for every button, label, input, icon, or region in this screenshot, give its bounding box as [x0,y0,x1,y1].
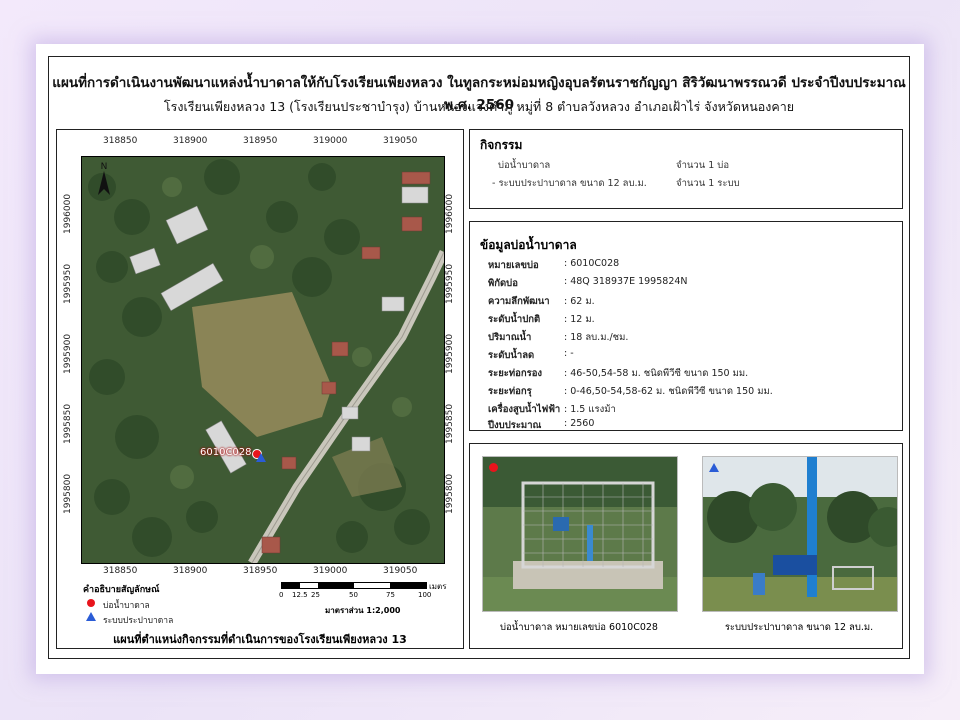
x-tick-top: 318950 [243,136,278,146]
legend-circle-icon [87,599,95,607]
y-tick-left: 1995950 [63,263,73,304]
x-tick-top: 319050 [383,136,418,146]
map-panel: 318850 318900 318950 319000 319050 31885… [56,129,464,649]
y-tick-right: 1995950 [445,263,455,304]
well-photo-caption: บ่อน้ำบาดาล หมายเลขบ่อ 6010C028 [500,622,658,633]
legend-title: คำอธิบายสัญลักษณ์ [83,585,160,595]
legend-well-label: บ่อน้ำบาดาล [103,601,150,611]
well-info-panel: ข้อมูลบ่อน้ำบาดาล หมายเลขบ่อ: 6010C028 พ… [469,221,903,431]
y-tick-left: 1995900 [63,333,73,374]
y-tick-right: 1995900 [445,333,455,374]
x-tick-top: 318850 [103,136,138,146]
x-tick-top: 319000 [313,136,348,146]
scale-label: 75 [386,591,395,599]
activities-panel: กิจกรรม บ่อน้ำบาดาล จำนวน 1 บ่อ - ระบบปร… [469,129,903,209]
y-tick-right: 1995850 [445,403,455,444]
scale-label: 12.5 [292,591,308,599]
y-tick-left: 1995800 [63,473,73,514]
scale-label: 100 [418,591,432,599]
x-tick-top: 318900 [173,136,208,146]
activity-name: บ่อน้ำบาดาล [498,160,551,171]
x-tick-bottom: 319050 [383,566,418,576]
system-photo-caption: ระบบประปาบาดาล ขนาด 12 ลบ.ม. [724,622,874,633]
y-tick-right: 1996000 [445,193,455,234]
water-system-photo [702,456,898,612]
svg-text:N: N [101,162,108,172]
map-sheet: แผนที่การดำเนินงานพัฒนาแหล่งน้ำบาดาลให้ก… [36,44,924,674]
satellite-map: N 6010C028 [81,156,445,564]
satellite-imagery: N [82,157,444,563]
y-tick-left: 1996000 [63,193,73,234]
scale-label: 25 [311,591,320,599]
activity-amount: จำนวน 1 ระบบ [676,178,740,189]
well-photo [482,456,678,612]
page-subtitle: โรงเรียนเพียงหลวง 13 (โรงเรียนประชาบำรุง… [163,99,795,114]
x-tick-bottom: 318950 [243,566,278,576]
sheet-frame: แผนที่การดำเนินงานพัฒนาแหล่งน้ำบาดาลให้ก… [48,56,910,659]
photos-panel: บ่อน้ำบาดาล หมายเลขบ่อ 6010C028 ระบบประป… [469,443,903,649]
x-tick-bottom: 318850 [103,566,138,576]
scale-bar: เมตร 0 12.5 25 50 75 100 มาตราส่วน 1:2,0… [279,582,447,622]
x-tick-bottom: 318900 [173,566,208,576]
y-tick-right: 1995800 [445,473,455,514]
legend-system-label: ระบบประปาบาดาล [103,616,174,626]
map-caption: แผนที่ตำแหน่งกิจกรรมที่ดำเนินการของโรงเร… [113,633,407,646]
well-map-label: 6010C028 [200,447,252,458]
system-photo-marker-icon [709,463,719,472]
x-tick-bottom: 319000 [313,566,348,576]
activity-amount: จำนวน 1 บ่อ [676,160,730,171]
scale-label: 50 [349,591,358,599]
scale-unit: เมตร [429,582,447,591]
scale-label: 0 [279,591,284,599]
scale-ratio: มาตราส่วน 1:2,000 [325,606,401,615]
legend-triangle-icon [86,612,96,621]
y-tick-left: 1995850 [63,403,73,444]
activity-name: - ระบบประปาบาดาล ขนาด 12 ลบ.ม. [492,178,647,189]
water-system-marker-icon[interactable] [256,453,266,462]
well-info-title: ข้อมูลบ่อน้ำบาดาล [480,238,577,252]
well-photo-marker-icon [489,463,498,472]
activities-title: กิจกรรม [480,138,523,152]
